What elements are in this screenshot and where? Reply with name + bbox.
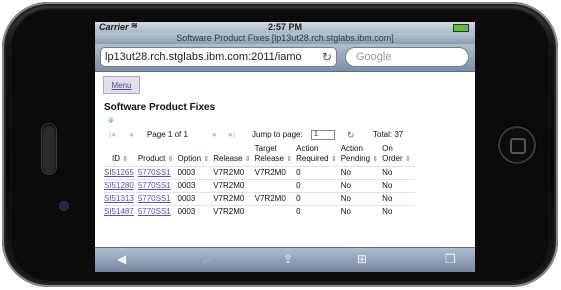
- reload-icon[interactable]: ↻: [322, 48, 332, 66]
- product-link[interactable]: 5770SS1: [138, 181, 171, 190]
- cell-target-release: [254, 179, 297, 193]
- cell-id[interactable]: SI51280: [104, 179, 138, 193]
- col-target-release[interactable]: Target Release ⇕: [255, 144, 296, 167]
- jump-page-input[interactable]: 1: [311, 130, 335, 140]
- cell-required: 0: [296, 166, 341, 180]
- go-refresh-icon[interactable]: ↻: [347, 130, 355, 141]
- browser-title: Software Product Fixes [lp13ut28.rch.stg…: [95, 33, 475, 44]
- page-content: Menu Software Product Fixes ⚘ |◂ ◂ Page …: [95, 72, 475, 238]
- table-row: SI51313 5770SS1 0003 V7R2M0 V7R2M0 0 No …: [104, 192, 415, 206]
- prev-page-icon[interactable]: ◂: [129, 130, 133, 139]
- home-square-icon: [510, 138, 526, 154]
- fix-id-link[interactable]: SI51313: [104, 194, 134, 203]
- cell-required: 0: [296, 179, 341, 193]
- product-link[interactable]: 5770SS1: [138, 207, 171, 216]
- sort-icon: ⇕: [330, 156, 337, 163]
- col-on-order[interactable]: On Order ⇕: [382, 144, 415, 167]
- product-link[interactable]: 5770SS1: [138, 168, 171, 177]
- table-header-row: ID ⇕ Product ⇕ Option ⇕ Release ⇕ Target…: [104, 144, 415, 167]
- col-action-pending[interactable]: Action Pending ⇕: [341, 144, 382, 167]
- fix-id-link[interactable]: SI51487: [104, 207, 134, 216]
- cell-release: V7R2M0: [213, 179, 255, 193]
- sort-icon: ⇕: [167, 156, 174, 163]
- back-arrow-icon[interactable]: ◀: [117, 252, 126, 266]
- cell-option: 0003: [177, 205, 214, 218]
- cell-release: V7R2M0: [213, 205, 255, 218]
- table-row: SI51280 5770SS1 0003 V7R2M0 0 No No: [104, 179, 415, 193]
- jump-label: Jump to page:: [252, 130, 303, 139]
- last-page-icon[interactable]: ▸|: [229, 130, 235, 139]
- pages-icon[interactable]: ❐: [445, 252, 456, 266]
- total-count: Total: 37: [373, 130, 404, 139]
- sort-icon: ⇕: [122, 156, 129, 163]
- menu-link[interactable]: Menu: [103, 76, 140, 94]
- url-bar: lp13ut28.rch.stglabs.ibm.com:2011/iamo ↻…: [95, 44, 475, 72]
- battery-icon: [453, 24, 469, 32]
- cell-required: 0: [296, 192, 341, 206]
- cell-required: 0: [296, 205, 341, 218]
- sort-icon: ⇕: [372, 156, 379, 163]
- cell-product[interactable]: 5770SS1: [137, 192, 178, 206]
- cell-product[interactable]: 5770SS1: [137, 205, 178, 218]
- pager: |◂ ◂ Page 1 of 1 ▸ ▸| Jump to page: 1 ↻ …: [95, 130, 475, 142]
- cell-pending: No: [340, 179, 383, 193]
- cell-release: V7R2M0: [213, 166, 255, 180]
- col-release[interactable]: Release ⇕: [213, 144, 254, 167]
- fixes-table: ID ⇕ Product ⇕ Option ⇕ Release ⇕ Target…: [104, 144, 415, 218]
- share-icon[interactable]: ⇪: [283, 252, 293, 266]
- cell-order: No: [382, 192, 415, 206]
- cell-option: 0003: [177, 179, 214, 193]
- fix-id-link[interactable]: SI51265: [104, 168, 134, 177]
- forward-arrow-icon[interactable]: ▶: [203, 252, 212, 266]
- cell-option: 0003: [177, 192, 214, 206]
- filter-icon[interactable]: ⚘: [107, 116, 115, 127]
- cell-id[interactable]: SI51487: [104, 205, 138, 218]
- cell-option: 0003: [177, 166, 214, 180]
- screen: Carrier ≋ 2:57 PM Software Product Fixes…: [95, 22, 475, 272]
- home-button[interactable]: [498, 126, 536, 164]
- sort-icon: ⇕: [404, 156, 411, 163]
- cell-product[interactable]: 5770SS1: [137, 166, 178, 180]
- camera-icon: [60, 202, 68, 210]
- col-id[interactable]: ID ⇕: [104, 144, 138, 167]
- status-bar: Carrier ≋ 2:57 PM: [95, 22, 475, 33]
- product-link[interactable]: 5770SS1: [138, 194, 171, 203]
- cell-pending: No: [340, 166, 383, 180]
- cell-order: No: [382, 205, 415, 218]
- browser-toolbar: ◀ ▶ ⇪ ⊞ ❐: [95, 247, 475, 272]
- cell-id[interactable]: SI51265: [104, 166, 138, 180]
- col-product[interactable]: Product ⇕: [138, 144, 178, 167]
- sort-icon: ⇕: [203, 156, 210, 163]
- fix-id-link[interactable]: SI51280: [104, 181, 134, 190]
- sort-icon: ⇕: [244, 156, 251, 163]
- cell-release: V7R2M0: [213, 192, 255, 206]
- search-input[interactable]: Google: [345, 47, 469, 67]
- cell-pending: No: [340, 192, 383, 206]
- cell-order: No: [382, 179, 415, 193]
- cell-target-release: V7R2M0: [254, 166, 297, 180]
- col-action-required[interactable]: Action Required ⇕: [296, 144, 341, 167]
- table-row: SI51265 5770SS1 0003 V7R2M0 V7R2M0 0 No …: [104, 166, 415, 180]
- cell-order: No: [382, 166, 415, 180]
- earpiece: [42, 124, 56, 174]
- page-title: Software Product Fixes: [104, 102, 216, 113]
- cell-target-release: V7R2M0: [254, 192, 297, 206]
- table-row: SI51487 5770SS1 0003 V7R2M0 0 No No: [104, 205, 415, 218]
- bookmarks-icon[interactable]: ⊞: [357, 252, 367, 266]
- cell-pending: No: [340, 205, 383, 218]
- cell-target-release: [254, 205, 297, 218]
- cell-id[interactable]: SI51313: [104, 192, 138, 206]
- address-text: lp13ut28.rch.stglabs.ibm.com:2011/iamo: [105, 51, 302, 63]
- col-option[interactable]: Option ⇕: [178, 144, 214, 167]
- page-indicator: Page 1 of 1: [147, 130, 188, 139]
- address-field[interactable]: lp13ut28.rch.stglabs.ibm.com:2011/iamo ↻: [100, 47, 337, 67]
- sort-icon: ⇕: [286, 156, 293, 163]
- first-page-icon[interactable]: |◂: [109, 130, 115, 139]
- cell-product[interactable]: 5770SS1: [137, 179, 178, 193]
- next-page-icon[interactable]: ▸: [213, 130, 217, 139]
- status-time: 2:57 PM: [267, 22, 302, 32]
